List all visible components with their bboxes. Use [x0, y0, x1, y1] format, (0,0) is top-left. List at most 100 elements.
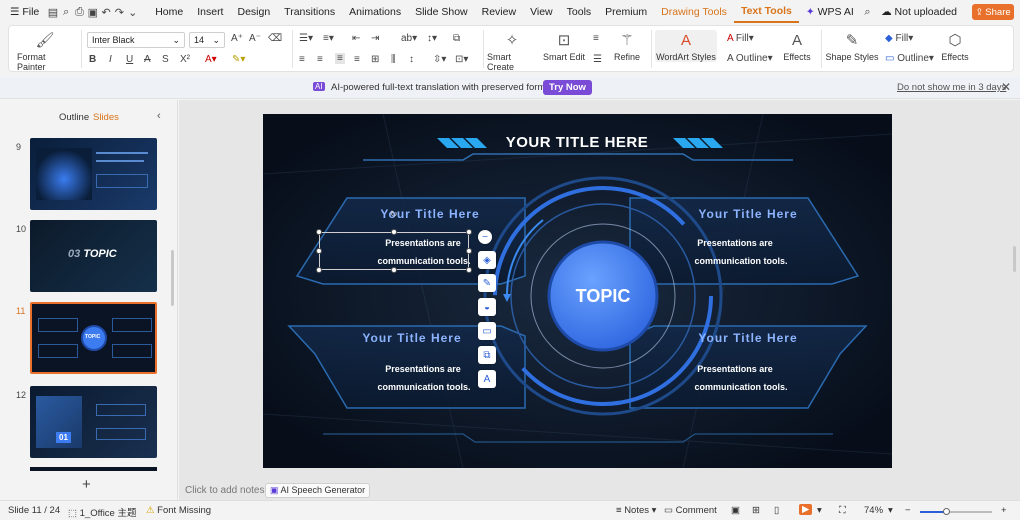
tab-animations[interactable]: Animations: [342, 0, 408, 24]
canvas-scrollbar[interactable]: [1013, 246, 1016, 272]
rotate-handle[interactable]: ↻: [390, 209, 398, 220]
list-icon[interactable]: ☰: [593, 54, 602, 65]
zoom-dropdown-icon[interactable]: ▾: [888, 505, 893, 516]
zoom-slider-thumb[interactable]: [943, 508, 950, 515]
para-spacing-icon[interactable]: ↕: [409, 54, 414, 65]
align-right-icon[interactable]: ≡: [335, 53, 345, 64]
shadow-icon[interactable]: S: [162, 54, 169, 65]
tab-review[interactable]: Review: [475, 0, 523, 24]
font-missing-indicator[interactable]: ⚠ Font Missing: [146, 505, 211, 516]
save-icon[interactable]: ▤: [46, 0, 59, 24]
increase-font-icon[interactable]: A⁺: [231, 33, 243, 44]
float-copy-icon[interactable]: ⧉: [478, 346, 496, 364]
normal-view-icon[interactable]: ▣: [731, 505, 740, 516]
outdent-icon[interactable]: ⇤: [352, 33, 360, 44]
shape-styles-button[interactable]: ✎ Shape Styles: [825, 30, 879, 62]
tab-view[interactable]: View: [523, 0, 560, 24]
float-pen-icon[interactable]: ✎: [478, 274, 496, 292]
text-effects-button[interactable]: A Effects: [777, 30, 817, 62]
smart-edit-button[interactable]: ⊡ Smart Edit: [539, 30, 589, 62]
resize-handle[interactable]: [316, 267, 322, 273]
column-icon[interactable]: ⫼: [391, 54, 396, 65]
slide-thumbnail[interactable]: 03 TOPIC: [30, 220, 157, 292]
share-button[interactable]: ⇪ Share: [972, 4, 1014, 20]
resize-handle[interactable]: [316, 229, 322, 235]
float-minus-icon[interactable]: −: [478, 230, 492, 244]
line-spacing-icon[interactable]: ↕▾: [427, 33, 437, 44]
resize-handle[interactable]: [466, 229, 472, 235]
topic-label[interactable]: TOPIC: [533, 286, 673, 307]
card-title[interactable]: Your Title Here: [363, 207, 497, 221]
close-icon[interactable]: ✕: [1001, 80, 1011, 94]
strikethrough-icon[interactable]: A: [144, 54, 151, 65]
tab-tools[interactable]: Tools: [560, 0, 599, 24]
reading-view-icon[interactable]: ▯: [774, 505, 779, 516]
slide-title[interactable]: YOUR TITLE HERE: [477, 134, 677, 151]
comment-toggle[interactable]: ▭ Comment: [664, 505, 717, 516]
try-now-button[interactable]: Try Now: [543, 80, 592, 95]
undo-icon[interactable]: ↶: [99, 0, 112, 24]
numbering-icon[interactable]: ≡▾: [323, 33, 334, 44]
resize-handle[interactable]: [391, 267, 397, 273]
clip-icon[interactable]: ⌕: [60, 0, 73, 24]
search-icon[interactable]: ⌕: [861, 0, 874, 24]
zoom-in-icon[interactable]: +: [1001, 505, 1007, 516]
ai-speech-button[interactable]: ▣ AI Speech Generator: [265, 483, 371, 498]
panel-scrollbar[interactable]: [171, 250, 174, 306]
card-text[interactable]: Presentations are: [363, 364, 483, 374]
bold-icon[interactable]: B: [89, 54, 96, 65]
font-name-select[interactable]: Inter Black ⌄: [87, 32, 185, 48]
decrease-font-icon[interactable]: A⁻: [249, 33, 261, 44]
tab-transitions[interactable]: Transitions: [277, 0, 342, 24]
italic-icon[interactable]: I: [109, 54, 112, 65]
sorter-view-icon[interactable]: ⊞: [752, 505, 760, 516]
redo-icon[interactable]: ↷: [113, 0, 126, 24]
underline-icon[interactable]: U: [126, 54, 133, 65]
card-text[interactable]: communication tools.: [671, 256, 811, 266]
slide-thumbnail[interactable]: [30, 138, 157, 210]
print-preview-icon[interactable]: ▣: [86, 0, 99, 24]
cloud-status[interactable]: ☁ Not uploaded: [874, 0, 964, 24]
distribute-icon[interactable]: ⊞: [371, 54, 379, 65]
play-button[interactable]: ▶: [799, 504, 813, 515]
card-text[interactable]: communication tools.: [671, 382, 811, 392]
tab-text-tools[interactable]: Text Tools: [733, 1, 799, 23]
text-outline-button[interactable]: A Outline▾: [727, 53, 773, 64]
align-center-icon[interactable]: ≡: [317, 54, 323, 65]
collapse-panel-icon[interactable]: ‹: [157, 110, 161, 122]
slide-thumbnail-partial[interactable]: [30, 467, 157, 471]
file-menu[interactable]: ☰ File: [0, 0, 46, 24]
resize-handle[interactable]: [391, 229, 397, 235]
justify-icon[interactable]: ≡: [354, 54, 360, 65]
zoom-out-icon[interactable]: −: [905, 505, 911, 516]
tab-slide-show[interactable]: Slide Show: [408, 0, 475, 24]
float-wordart-icon[interactable]: A: [478, 370, 496, 388]
play-options-icon[interactable]: ▾: [817, 505, 822, 516]
refine-button[interactable]: ⚚ Refine: [607, 30, 647, 62]
card-title[interactable]: Your Title Here: [681, 331, 815, 345]
shape-effects-button[interactable]: ⬡ Effects: [935, 30, 975, 62]
highlight-icon[interactable]: ✎▾: [232, 54, 245, 65]
theme-indicator[interactable]: ⬚ 1_Office 主题: [68, 505, 136, 519]
align-left-icon[interactable]: ≡: [299, 54, 305, 65]
fit-window-icon[interactable]: ⛶: [839, 505, 846, 516]
dismiss-link[interactable]: Do not show me in 3 days: [897, 82, 1006, 93]
float-frame-icon[interactable]: ▭: [478, 322, 496, 340]
resize-handle[interactable]: [466, 248, 472, 254]
tab-wps-ai[interactable]: ✦ WPS AI: [799, 0, 861, 24]
convert-smartart-icon[interactable]: ⊡▾: [455, 54, 468, 65]
notes-toggle[interactable]: ≡ Notes ▾: [616, 505, 656, 516]
tab-premium[interactable]: Premium: [598, 0, 654, 24]
bullets-icon[interactable]: ☰▾: [299, 33, 313, 44]
zoom-slider[interactable]: [920, 508, 992, 515]
slide[interactable]: YOUR TITLE HERE TOPIC Your Title Here Pr…: [263, 114, 892, 468]
font-size-select[interactable]: 14 ⌄: [189, 32, 225, 48]
text-fill-button[interactable]: A Fill▾: [727, 33, 754, 44]
card-title[interactable]: Your Title Here: [345, 331, 479, 345]
tab-outline[interactable]: Outline: [59, 112, 89, 123]
wordart-styles-button[interactable]: A WordArt Styles: [655, 30, 717, 62]
tab-drawing-tools[interactable]: Drawing Tools: [654, 0, 734, 24]
card-title[interactable]: Your Title Here: [681, 207, 815, 221]
indent-icon[interactable]: ⇥: [371, 33, 379, 44]
resize-handle[interactable]: [316, 248, 322, 254]
